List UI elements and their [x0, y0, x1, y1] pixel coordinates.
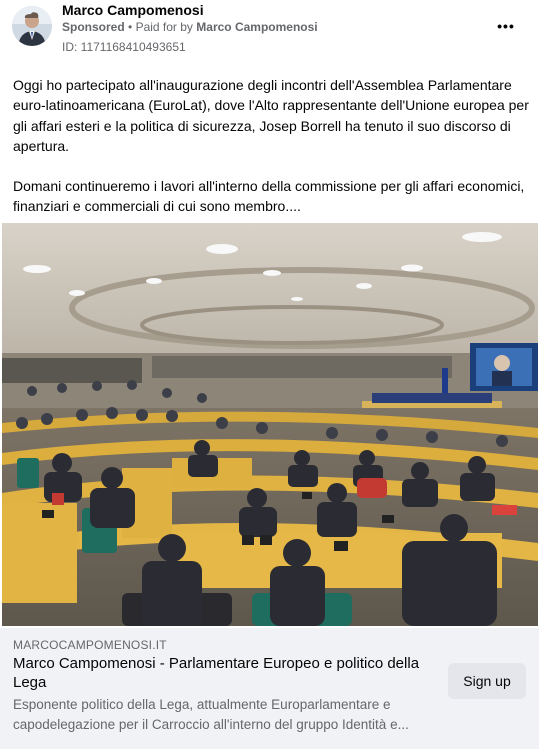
post-paragraph-1: Oggi ho partecipato all'inaugurazione de…: [13, 77, 529, 154]
sponsored-post-card: Marco Campomenosi Sponsored • Paid for b…: [0, 0, 539, 749]
post-body: Oggi ho partecipato all'inaugurazione de…: [13, 75, 529, 237]
sponsored-meta: Sponsored • Paid for by Marco Campomenos…: [62, 20, 318, 34]
link-preview[interactable]: MARCOCAMPOMENOSI.IT Marco Campomenosi - …: [0, 628, 539, 749]
author-avatar[interactable]: [12, 6, 52, 46]
more-options-button[interactable]: •••: [488, 11, 524, 41]
link-description: Esponente politico della Lega, attualmen…: [13, 697, 409, 732]
author-name[interactable]: Marco Campomenosi: [62, 2, 204, 18]
ellipsis-icon: •••: [497, 18, 515, 34]
parliament-hemicycle-photo: [2, 223, 538, 626]
sign-up-button[interactable]: Sign up: [448, 663, 526, 699]
post-image[interactable]: [2, 223, 538, 626]
avatar-photo-icon: [12, 6, 52, 46]
ad-id: ID: 1171168410493651: [62, 40, 186, 54]
post-header: Marco Campomenosi Sponsored • Paid for b…: [0, 0, 539, 58]
paid-for-by-prefix: Paid for by: [135, 20, 193, 34]
paid-for-by-name[interactable]: Marco Campomenosi: [196, 20, 317, 34]
link-title[interactable]: Marco Campomenosi - Parlamentare Europeo…: [13, 654, 443, 692]
link-domain: MARCOCAMPOMENOSI.IT: [13, 638, 167, 652]
post-paragraph-2: Domani continueremo i lavori all'interno…: [13, 178, 525, 215]
sponsored-label: Sponsored: [62, 20, 125, 34]
meta-separator: •: [128, 20, 133, 34]
